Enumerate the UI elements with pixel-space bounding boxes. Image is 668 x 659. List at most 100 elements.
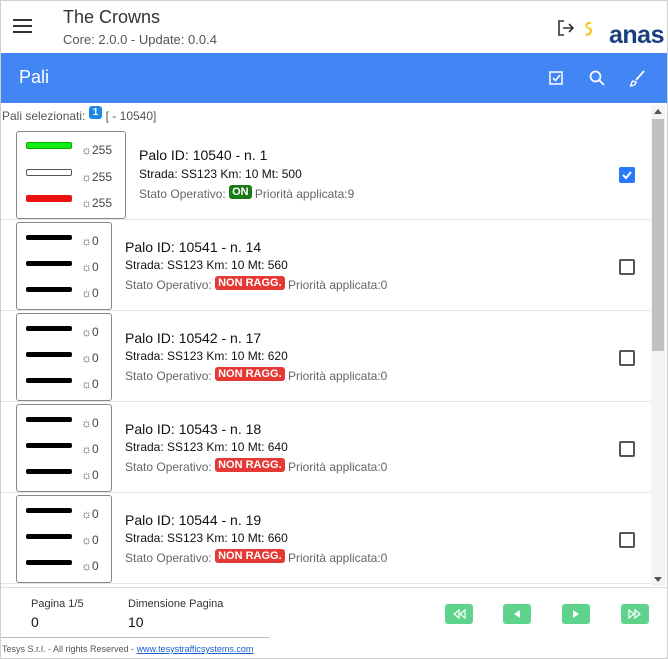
- lamp-value-text: 0: [92, 234, 99, 248]
- brightness-icon: ☼: [81, 170, 92, 184]
- palo-strada: Strada: SS123 Km: 10 Mt: 560: [125, 258, 288, 272]
- lamp-green: [26, 142, 72, 149]
- scrollbar-thumb[interactable]: [652, 119, 664, 351]
- palo-strada: Strada: SS123 Km: 10 Mt: 660: [125, 531, 288, 545]
- list-item[interactable]: ☼0 ☼0 ☼0 Palo ID: 10544 - n. 19 Strada: …: [1, 493, 651, 584]
- brightness-icon: ☼: [81, 416, 92, 430]
- lamp-value: ☼0: [81, 533, 99, 547]
- page-size-value[interactable]: 10: [128, 614, 144, 630]
- lamp-value-text: 255: [92, 143, 113, 157]
- brightness-icon: ☼: [81, 260, 92, 274]
- row-checkbox[interactable]: [619, 532, 635, 548]
- lamp-value: ☼0: [81, 325, 99, 339]
- palo-title: Palo ID: 10544 - n. 19: [125, 512, 262, 528]
- lamp-off: [26, 469, 72, 474]
- next-page-button[interactable]: [562, 604, 590, 624]
- list-item[interactable]: ☼0 ☼0 ☼0 Palo ID: 10541 - n. 14 Strada: …: [1, 220, 651, 311]
- status-badge: NON RAGG.: [215, 276, 285, 290]
- check-icon: [622, 171, 632, 180]
- copyright-text: Tesys S.r.l. - All rights Reserved -: [2, 644, 135, 654]
- lamp-value: ☼0: [81, 351, 99, 365]
- status-badge: ON: [229, 185, 252, 199]
- company-link[interactable]: www.tesystrafficsystems.com: [137, 644, 254, 654]
- status-badge: NON RAGG.: [215, 458, 285, 472]
- copyright: Tesys S.r.l. - All rights Reserved - www…: [2, 644, 253, 654]
- row-checkbox[interactable]: [619, 167, 635, 183]
- list-item[interactable]: ☼0 ☼0 ☼0 Palo ID: 10543 - n. 18 Strada: …: [1, 402, 651, 493]
- list-item[interactable]: [1, 584, 651, 586]
- page-size-label: Dimensione Pagina: [128, 598, 224, 610]
- select-all-icon[interactable]: [546, 68, 566, 88]
- lamp-off: [26, 417, 72, 422]
- row-checkbox[interactable]: [619, 441, 635, 457]
- palo-title: Palo ID: 10540 - n. 1: [139, 147, 268, 163]
- priorita-text: Priorità applicata:0: [287, 460, 388, 474]
- palo-stato: Stato Operativo: NON RAGG. Priorità appl…: [125, 458, 388, 475]
- stato-label: Stato Operativo:: [125, 369, 212, 383]
- lamp-panel: ☼255 ☼255 ☼255: [16, 131, 126, 219]
- scroll-down-arrow-icon[interactable]: [654, 577, 662, 582]
- lamp-value-text: 0: [92, 260, 99, 274]
- lamp-value: ☼0: [81, 468, 99, 482]
- list-scrollbar[interactable]: [651, 105, 665, 586]
- app-version: Core: 2.0.0 - Update: 0.0.4: [63, 32, 217, 47]
- brightness-icon: ☼: [81, 196, 92, 210]
- lamp-value-text: 0: [92, 351, 99, 365]
- lamp-panel: ☼0 ☼0 ☼0: [16, 222, 112, 310]
- lamp-off: [26, 261, 72, 266]
- lamp-value: ☼0: [81, 559, 99, 573]
- priorita-text: Priorità applicata:0: [287, 369, 388, 383]
- lamp-panel: ☼0 ☼0 ☼0: [16, 404, 112, 492]
- lamp-value-text: 0: [92, 442, 99, 456]
- page-value[interactable]: 0: [31, 614, 39, 630]
- lamp-value: ☼255: [81, 196, 112, 210]
- next-page-icon: [573, 610, 579, 618]
- palo-stato: Stato Operativo: NON RAGG. Priorità appl…: [125, 367, 388, 384]
- brightness-icon: ☼: [81, 325, 92, 339]
- list-item[interactable]: ☼0 ☼0 ☼0 Palo ID: 10542 - n. 17 Strada: …: [1, 311, 651, 402]
- lamp-off: [26, 235, 72, 240]
- pager: Pagina 1/5 0 Dimensione Pagina 10: [1, 587, 667, 639]
- search-icon[interactable]: [587, 68, 607, 88]
- brightness-icon: ☼: [81, 559, 92, 573]
- first-page-icon: [453, 609, 466, 619]
- lamp-value: ☼0: [81, 260, 99, 274]
- first-page-button[interactable]: [445, 604, 473, 624]
- lamp-value-text: 0: [92, 377, 99, 391]
- palo-stato: Stato Operativo: NON RAGG. Priorità appl…: [125, 549, 388, 566]
- lamp-value: ☼0: [81, 442, 99, 456]
- list-item[interactable]: ☼255 ☼255 ☼255 Palo ID: 10540 - n. 1 Str…: [1, 129, 651, 220]
- lamp-value-text: 255: [92, 196, 113, 210]
- stato-label: Stato Operativo:: [125, 551, 212, 565]
- hamburger-menu-icon[interactable]: [13, 19, 32, 33]
- lamp-off: [26, 326, 72, 331]
- brightness-icon: ☼: [81, 507, 92, 521]
- lamp-red: [26, 195, 72, 202]
- lamp-value-text: 0: [92, 507, 99, 521]
- status-badge: NON RAGG.: [215, 367, 285, 381]
- priorita-text: Priorità applicata:0: [287, 278, 388, 292]
- lamp-value-text: 0: [92, 468, 99, 482]
- selection-ids: [ - 10540]: [105, 109, 157, 123]
- last-page-button[interactable]: [621, 604, 649, 624]
- last-page-icon: [628, 609, 641, 619]
- brush-icon[interactable]: [628, 68, 648, 88]
- palo-strada: Strada: SS123 Km: 10 Mt: 620: [125, 349, 288, 363]
- brightness-icon: ☼: [81, 286, 92, 300]
- logout-icon[interactable]: [557, 20, 575, 36]
- lamp-value: ☼0: [81, 286, 99, 300]
- scroll-up-arrow-icon[interactable]: [654, 109, 662, 114]
- app-window: The Crowns Core: 2.0.0 - Update: 0.0.4 a…: [0, 0, 668, 659]
- lamp-value: ☼0: [81, 234, 99, 248]
- stato-label: Stato Operativo:: [125, 278, 212, 292]
- pager-underline: [1, 637, 269, 638]
- prev-page-button[interactable]: [503, 604, 531, 624]
- row-checkbox[interactable]: [619, 259, 635, 275]
- page-label: Pagina 1/5: [31, 598, 84, 610]
- lamp-off: [26, 508, 72, 513]
- priorita-text: Priorità applicata:0: [287, 551, 388, 565]
- lamp-value-text: 0: [92, 533, 99, 547]
- selection-count-badge: 1: [88, 106, 103, 119]
- lamp-value: ☼0: [81, 377, 99, 391]
- row-checkbox[interactable]: [619, 350, 635, 366]
